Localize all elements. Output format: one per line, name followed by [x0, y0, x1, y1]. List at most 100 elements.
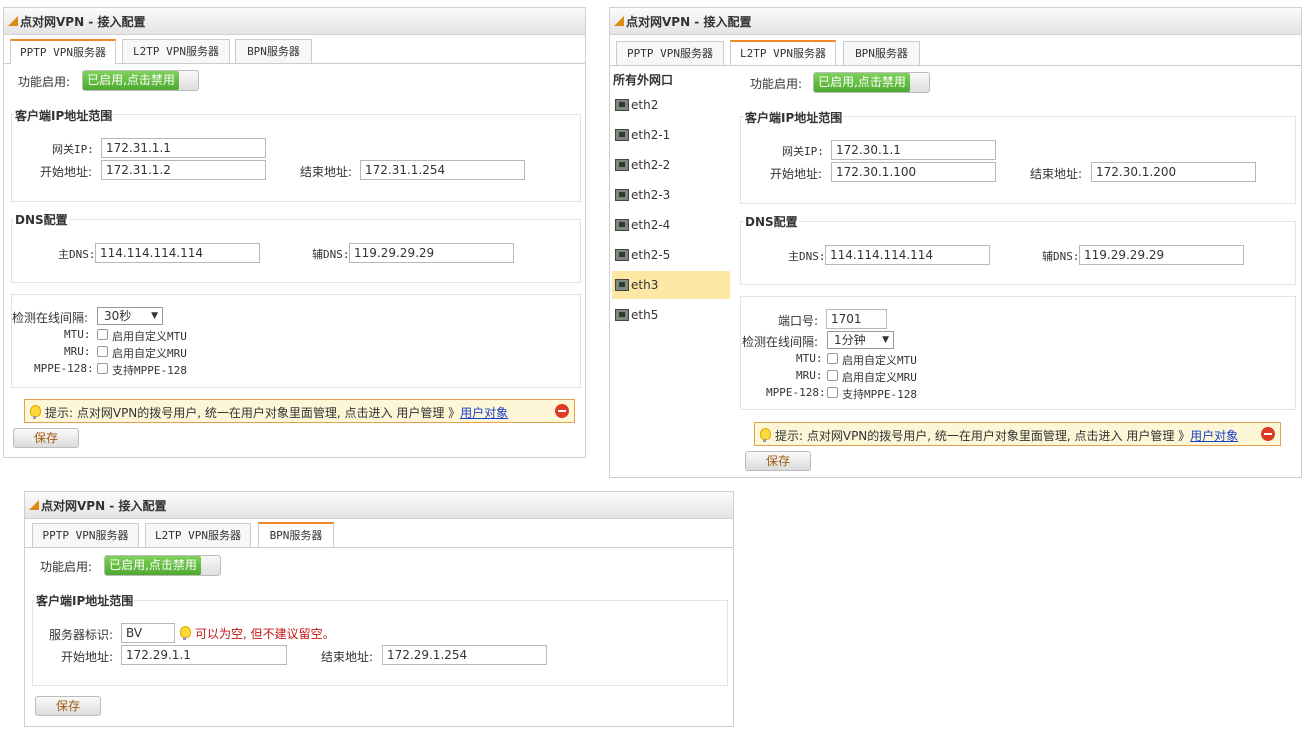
end-address-input[interactable]: 172.29.1.254 [382, 645, 547, 665]
client-ip-range-title: 客户端IP地址范围 [744, 109, 844, 126]
close-tip-icon[interactable] [555, 404, 569, 418]
interface-item-eth2-5[interactable]: eth2-5 [612, 241, 730, 269]
mtu-checkbox[interactable] [827, 353, 838, 364]
dropdown-arrow-icon: ▼ [151, 311, 158, 321]
server-id-label: 服务器标识: [49, 628, 114, 642]
network-port-icon [615, 189, 629, 201]
network-port-icon [615, 99, 629, 111]
secondary-dns-input[interactable]: 119.29.29.29 [349, 243, 514, 263]
network-port-icon [615, 219, 629, 231]
start-address-input[interactable]: 172.30.1.100 [831, 162, 996, 182]
enable-label: 功能启用: [750, 77, 803, 91]
tab-l2tp-vpn-server[interactable]: L2TP VPN服务器 [145, 523, 251, 547]
gateway-ip-label: 网关IP: [52, 143, 94, 156]
tab-l2tp-vpn-server[interactable]: L2TP VPN服务器 [730, 40, 836, 65]
interface-item-eth2[interactable]: eth2 [612, 91, 730, 119]
tip-text: 提示: 点对网VPN的拨号用户, 统一在用户对象里面管理, 点击进入 用户管理 … [775, 429, 1191, 443]
tab-bpn-server[interactable]: BPN服务器 [235, 39, 312, 63]
tab-bpn-server[interactable]: BPN服务器 [258, 522, 334, 547]
lightbulb-icon [760, 428, 771, 442]
user-object-link[interactable]: 用户对象 [460, 406, 508, 420]
interface-item-eth5[interactable]: eth5 [612, 301, 730, 329]
enable-toggle[interactable]: 已启用,点击禁用 [813, 72, 930, 93]
primary-dns-input[interactable]: 114.114.114.114 [95, 243, 260, 263]
gateway-ip-label: 网关IP: [782, 145, 824, 158]
start-address-input[interactable]: 172.31.1.2 [101, 160, 266, 180]
online-check-interval-select[interactable]: 1分钟 ▼ [827, 331, 894, 349]
tab-pptp-vpn-server[interactable]: PPTP VPN服务器 [616, 41, 724, 65]
interface-item-eth2-4[interactable]: eth2-4 [612, 211, 730, 239]
server-id-input[interactable]: BV [121, 623, 175, 643]
mru-checkbox-label: 启用自定义MRU [112, 347, 187, 360]
mtu-checkbox[interactable] [97, 329, 108, 340]
toggle-on-label: 已启用,点击禁用 [83, 71, 179, 90]
start-address-label: 开始地址: [40, 165, 93, 179]
gateway-ip-input[interactable]: 172.30.1.1 [831, 140, 996, 160]
online-check-interval-select[interactable]: 30秒 ▼ [97, 307, 163, 325]
dns-config-title: DNS配置 [14, 211, 69, 228]
mru-checkbox[interactable] [827, 370, 838, 381]
network-port-icon [615, 279, 629, 291]
gateway-ip-input[interactable]: 172.31.1.1 [101, 138, 266, 158]
mtu-label: MTU: [796, 352, 823, 365]
port-input[interactable]: 1701 [826, 309, 887, 329]
panel-title: 点对网VPN - 接入配置 [626, 14, 752, 29]
mru-label: MRU: [64, 345, 91, 358]
interface-item-eth2-1[interactable]: eth2-1 [612, 121, 730, 149]
l2tp-config-panel: 点对网VPN - 接入配置 PPTP VPN服务器 L2TP VPN服务器 BP… [609, 7, 1302, 478]
mppe-checkbox[interactable] [97, 363, 108, 374]
mppe-checkbox-label: 支持MPPE-128 [842, 388, 917, 401]
save-button[interactable]: 保存 [35, 696, 101, 716]
bpn-config-panel: 点对网VPN - 接入配置 PPTP VPN服务器 L2TP VPN服务器 BP… [24, 491, 734, 727]
interval-value: 30秒 [104, 309, 132, 323]
primary-dns-label: 主DNS: [58, 248, 96, 261]
close-tip-icon[interactable] [1261, 427, 1275, 441]
interfaces-title: 所有外网口 [612, 71, 675, 88]
tab-pptp-vpn-server[interactable]: PPTP VPN服务器 [32, 523, 139, 547]
tab-pptp-vpn-server[interactable]: PPTP VPN服务器 [10, 39, 116, 64]
user-object-link[interactable]: 用户对象 [1190, 429, 1238, 443]
start-address-input[interactable]: 172.29.1.1 [121, 645, 287, 665]
tab-bpn-server[interactable]: BPN服务器 [843, 41, 920, 65]
enable-toggle[interactable]: 已启用,点击禁用 [82, 70, 199, 91]
arrow-icon [29, 500, 39, 510]
client-ip-range-group [740, 116, 1296, 204]
secondary-dns-label: 辅DNS: [312, 248, 350, 261]
interface-item-eth2-2[interactable]: eth2-2 [612, 151, 730, 179]
panel-header: 点对网VPN - 接入配置 [610, 8, 1301, 35]
lightbulb-icon [180, 626, 191, 640]
mtu-label: MTU: [64, 328, 91, 341]
enable-toggle[interactable]: 已启用,点击禁用 [104, 555, 221, 576]
end-address-label: 结束地址: [1030, 167, 1083, 181]
start-address-label: 开始地址: [61, 650, 114, 664]
secondary-dns-input[interactable]: 119.29.29.29 [1079, 245, 1244, 265]
end-address-label: 结束地址: [321, 650, 374, 664]
toggle-on-label: 已启用,点击禁用 [105, 556, 201, 575]
client-ip-range-title: 客户端IP地址范围 [35, 592, 135, 609]
network-port-icon [615, 249, 629, 261]
interface-item-eth2-3[interactable]: eth2-3 [612, 181, 730, 209]
interface-item-eth3[interactable]: eth3 [612, 271, 730, 299]
secondary-dns-label: 辅DNS: [1042, 250, 1080, 263]
dropdown-arrow-icon: ▼ [882, 335, 889, 345]
end-address-input[interactable]: 172.31.1.254 [360, 160, 525, 180]
mru-label: MRU: [796, 369, 823, 382]
save-button[interactable]: 保存 [13, 428, 79, 448]
user-management-tip: 提示: 点对网VPN的拨号用户, 统一在用户对象里面管理, 点击进入 用户管理 … [24, 399, 575, 423]
save-button[interactable]: 保存 [745, 451, 811, 471]
mru-checkbox[interactable] [97, 346, 108, 357]
network-port-icon [615, 159, 629, 171]
end-address-label: 结束地址: [300, 165, 353, 179]
client-ip-range-group [32, 600, 728, 686]
primary-dns-label: 主DNS: [788, 250, 826, 263]
user-management-tip: 提示: 点对网VPN的拨号用户, 统一在用户对象里面管理, 点击进入 用户管理 … [754, 422, 1281, 446]
end-address-input[interactable]: 172.30.1.200 [1091, 162, 1256, 182]
online-check-interval-label: 检测在线间隔: [12, 311, 89, 325]
lightbulb-icon [30, 405, 41, 419]
primary-dns-input[interactable]: 114.114.114.114 [825, 245, 990, 265]
mppe-label: MPPE-128: [766, 386, 826, 399]
tab-l2tp-vpn-server[interactable]: L2TP VPN服务器 [122, 39, 230, 63]
enable-label: 功能启用: [40, 560, 93, 574]
mppe-checkbox[interactable] [827, 387, 838, 398]
panel-header: 点对网VPN - 接入配置 [4, 8, 585, 35]
